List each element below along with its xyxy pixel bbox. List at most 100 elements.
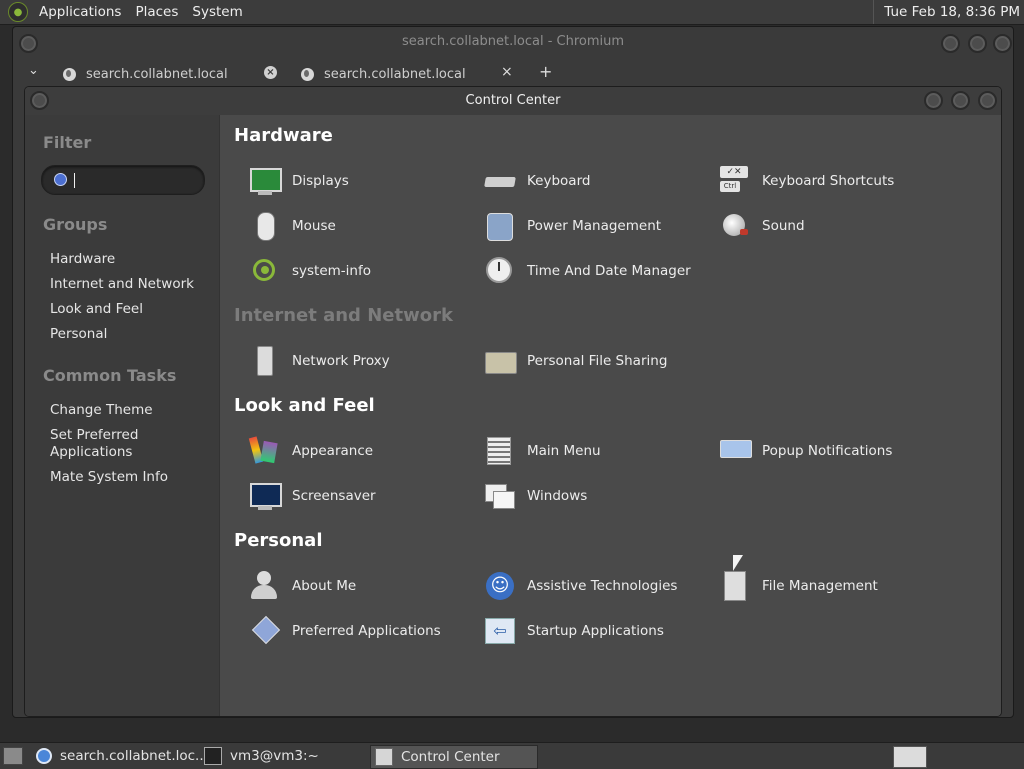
section-heading-personal: Personal [234, 530, 323, 551]
keyboard-icon [483, 164, 517, 198]
minimize-button[interactable] [924, 91, 943, 110]
control-center-titlebar[interactable]: Control Center [25, 87, 1001, 115]
new-tab-button[interactable]: + [539, 62, 552, 81]
applet-label: system-info [292, 263, 371, 279]
task-mate-system-info[interactable]: Mate System Info [50, 469, 210, 486]
about-me-icon [248, 569, 282, 603]
network-proxy-icon [248, 344, 282, 378]
globe-icon [301, 67, 314, 81]
browser-tab[interactable]: search.collabnet.local [301, 63, 466, 85]
group-link-internet[interactable]: Internet and Network [50, 276, 210, 293]
show-desktop-icon[interactable] [3, 747, 23, 765]
chromium-icon [36, 748, 52, 764]
tab-close-icon[interactable]: × [264, 66, 277, 79]
section-heading-look-and-feel: Look and Feel [234, 395, 375, 416]
tab-title: search.collabnet.local [86, 66, 228, 82]
applet-label: Appearance [292, 443, 374, 459]
filter-search-input[interactable] [41, 165, 205, 195]
taskbar-item-label: Control Center [401, 749, 500, 765]
applet-about-me[interactable]: About Me [248, 568, 356, 604]
applet-label: Popup Notifications [762, 443, 893, 459]
applet-network-proxy[interactable]: Network Proxy [248, 343, 390, 379]
applet-system-info[interactable]: system-info [248, 253, 371, 289]
minimize-button[interactable] [941, 34, 960, 53]
applet-popup-notifications[interactable]: Popup Notifications [718, 433, 892, 469]
applet-label: Sound [762, 218, 805, 234]
display-icon [248, 164, 282, 198]
applet-file-management[interactable]: File Management [718, 568, 878, 604]
applet-startup-applications[interactable]: Startup Applications [483, 613, 664, 649]
applet-list: Hardware Displays Keyboard Keyboard Shor… [220, 115, 1001, 716]
applet-windows[interactable]: Windows [483, 478, 587, 514]
applet-label: Keyboard Shortcuts [762, 173, 895, 189]
tab-list-chevron-icon[interactable]: ⌄ [28, 63, 39, 78]
control-center-window: Control Center Filter Groups Hardware In… [24, 86, 1002, 717]
system-info-icon [248, 254, 282, 288]
taskbar-item-label: search.collabnet.loc... [60, 748, 208, 764]
applet-keyboard[interactable]: Keyboard [483, 163, 590, 199]
folder-icon [483, 344, 517, 378]
system-menu[interactable]: System [185, 4, 249, 20]
task-set-preferred-applications[interactable]: Set Preferred Applications [50, 427, 150, 461]
applet-label: Windows [527, 488, 588, 504]
accessibility-icon [483, 569, 517, 603]
mate-logo-icon[interactable]: ● [8, 2, 28, 22]
places-menu[interactable]: Places [128, 4, 185, 20]
task-change-theme[interactable]: Change Theme [50, 402, 210, 419]
maximize-button[interactable] [968, 34, 987, 53]
tab-title: search.collabnet.local [324, 66, 466, 82]
applications-menu[interactable]: Applications [32, 4, 128, 20]
applet-label: About Me [292, 578, 357, 594]
bottom-panel: search.collabnet.loc... vm3@vm3:~ Contro… [0, 742, 1024, 769]
window-menu-button[interactable] [19, 34, 38, 53]
group-link-personal[interactable]: Personal [50, 326, 210, 343]
workspace-switcher-icon[interactable] [893, 746, 927, 768]
terminal-icon [204, 747, 222, 765]
applet-preferred-applications[interactable]: Preferred Applications [248, 613, 441, 649]
mouse-icon [248, 209, 282, 243]
text-cursor [74, 173, 75, 188]
maximize-button[interactable] [951, 91, 970, 110]
screensaver-icon [248, 479, 282, 513]
common-tasks-heading: Common Tasks [43, 366, 177, 385]
applet-power-management[interactable]: Power Management [483, 208, 661, 244]
chromium-window-title: search.collabnet.local - Chromium [401, 34, 625, 49]
startup-apps-icon [483, 614, 517, 648]
applet-time-and-date[interactable]: Time And Date Manager [483, 253, 691, 289]
mouse-pointer-icon [733, 555, 743, 571]
tab-close-icon[interactable]: × [501, 64, 513, 80]
applet-label: Personal File Sharing [527, 353, 668, 369]
applet-mouse[interactable]: Mouse [248, 208, 336, 244]
appearance-icon [248, 434, 282, 468]
applet-keyboard-shortcuts[interactable]: Keyboard Shortcuts [718, 163, 894, 199]
groups-heading: Groups [43, 215, 108, 234]
taskbar-item-terminal[interactable]: vm3@vm3:~ [204, 745, 364, 767]
applet-appearance[interactable]: Appearance [248, 433, 373, 469]
applet-label: Time And Date Manager [527, 263, 691, 279]
popup-icon [718, 434, 752, 468]
applet-displays[interactable]: Displays [248, 163, 349, 199]
window-menu-button[interactable] [30, 91, 49, 110]
globe-icon [63, 67, 76, 81]
chromium-titlebar[interactable]: search.collabnet.local - Chromium [13, 27, 1013, 59]
applet-screensaver[interactable]: Screensaver [248, 478, 376, 514]
close-window-button[interactable] [978, 91, 997, 110]
tab-strip: ⌄ search.collabnet.local × search.collab… [13, 59, 1013, 87]
clock[interactable]: Tue Feb 18, 8:36 PM [873, 0, 1024, 24]
section-heading-internet: Internet and Network [234, 305, 453, 326]
applet-sound[interactable]: Sound [718, 208, 805, 244]
applet-assistive-technologies[interactable]: Assistive Technologies [483, 568, 677, 604]
group-link-hardware[interactable]: Hardware [50, 251, 210, 268]
close-window-button[interactable] [993, 34, 1012, 53]
applet-label: Keyboard [527, 173, 591, 189]
group-link-look-and-feel[interactable]: Look and Feel [50, 301, 210, 318]
taskbar-item-chromium[interactable]: search.collabnet.loc... [36, 745, 208, 767]
browser-tab[interactable]: search.collabnet.local [63, 63, 228, 85]
applet-main-menu[interactable]: Main Menu [483, 433, 601, 469]
main-menu-icon [483, 434, 517, 468]
applet-label: Displays [292, 173, 349, 189]
applet-label: Power Management [527, 218, 662, 234]
applet-personal-file-sharing[interactable]: Personal File Sharing [483, 343, 667, 379]
taskbar-item-control-center[interactable]: Control Center [370, 745, 538, 769]
applet-label: Network Proxy [292, 353, 390, 369]
